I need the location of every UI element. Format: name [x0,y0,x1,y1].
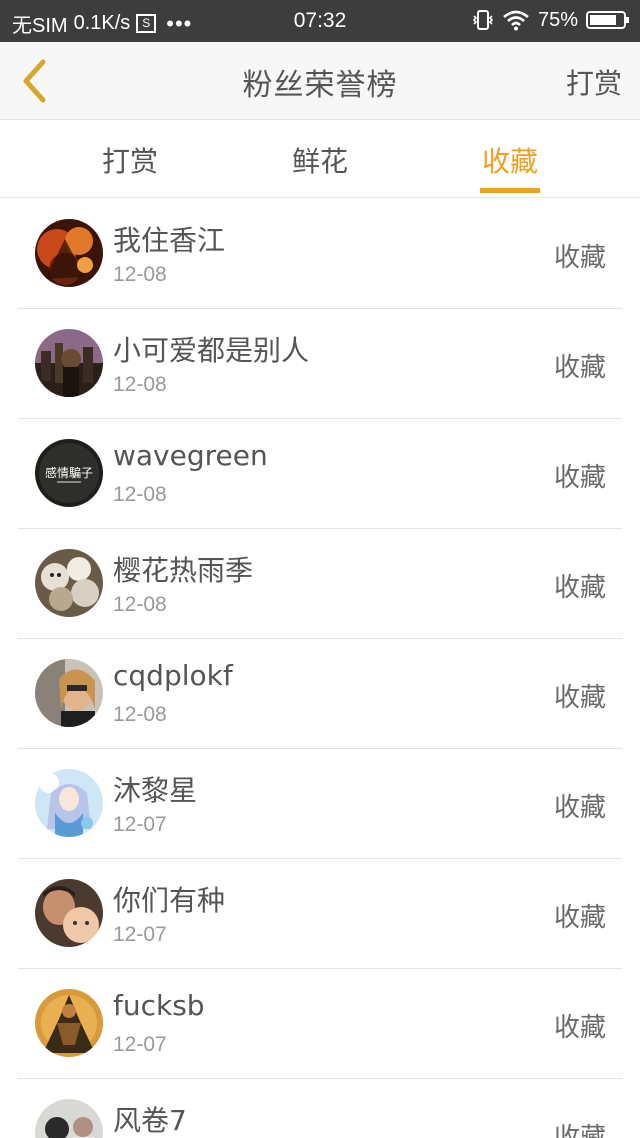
fan-name: 我住香江 [113,224,226,257]
list-item[interactable]: 我住香江 12-08 收藏 [18,199,622,309]
fan-date: 12-08 [113,263,167,286]
vibrate-icon [472,10,494,30]
city-sunset-avatar [35,329,103,397]
fan-name: 风卷7 [113,1104,187,1137]
tab-flowers[interactable]: 鲜花 [260,140,380,180]
list-item[interactable]: 樱花热雨季 12-08 收藏 [18,529,622,639]
tab-favorites[interactable]: 收藏 [450,140,570,180]
fan-type: 收藏 [553,683,606,713]
battery-percent: 75% [537,8,578,31]
avatar-text: 感情騙子 [45,465,93,480]
fan-name: 樱花热雨季 [113,554,254,587]
fan-type: 收藏 [553,573,606,603]
fan-type: 收藏 [553,463,606,493]
fan-type: 收藏 [553,1123,606,1138]
status-right: 75% [472,8,630,32]
list-item[interactable]: 感情騙子 wavegreen 12-08 收藏 [18,419,622,529]
chevron-left-icon [23,59,46,103]
fan-name: 沐黎星 [113,774,198,807]
fire-warrior-avatar [35,219,103,287]
list-item[interactable]: cqdplokf 12-08 收藏 [18,639,622,749]
fan-date: 12-07 [113,1033,167,1056]
fan-type: 收藏 [553,793,606,823]
page-title: 粉丝荣誉榜 [242,68,398,103]
list-item[interactable]: 小可爱都是别人 12-08 收藏 [18,309,622,419]
tab-reward[interactable]: 打赏 [70,140,190,180]
list-item[interactable]: fucksb 12-07 收藏 [18,969,622,1079]
list-item[interactable]: 沐黎星 12-07 收藏 [18,749,622,859]
people-photo-avatar [35,1099,103,1138]
fan-name: 小可爱都是别人 [113,334,310,367]
woman-selfie-avatar [35,659,103,727]
fan-name: 你们有种 [113,884,226,917]
ranking-tabs: 打赏 鲜花 收藏 [0,120,640,198]
fan-name: cqdplokf [113,659,233,692]
fan-date: 12-07 [113,923,167,946]
fan-name: wavegreen [113,439,268,472]
father-baby-avatar [35,879,103,947]
reward-button[interactable]: 打赏 [566,62,622,102]
fan-list: 我住香江 12-08 收藏 小可爱都是别人 12-08 收藏 感情騙子 wave… [0,199,640,1138]
status-bar: 无SIM 0.1K/s S ••• 07:32 75% [0,0,640,42]
fan-type: 收藏 [553,353,606,383]
text-logo-avatar: 感情騙子 [35,439,103,507]
anime-girl-avatar [35,769,103,837]
fan-date: 12-08 [113,373,167,396]
list-item[interactable]: 风卷7 收藏 [18,1079,622,1138]
back-button[interactable] [14,56,54,106]
fan-date: 12-08 [113,593,167,616]
active-tab-indicator [480,188,540,193]
list-item[interactable]: 你们有种 12-07 收藏 [18,859,622,969]
app-header: 粉丝荣誉榜 打赏 [0,42,640,120]
fan-type: 收藏 [553,1013,606,1043]
golden-warrior-avatar [35,989,103,1057]
battery-icon [586,11,629,29]
plush-toys-avatar [35,549,103,617]
fan-type: 收藏 [553,903,606,933]
fan-name: fucksb [113,989,205,1022]
fan-date: 12-08 [113,703,167,726]
wifi-icon [503,10,529,31]
fan-date: 12-08 [113,483,167,506]
fan-type: 收藏 [553,243,606,273]
fan-date: 12-07 [113,813,167,836]
